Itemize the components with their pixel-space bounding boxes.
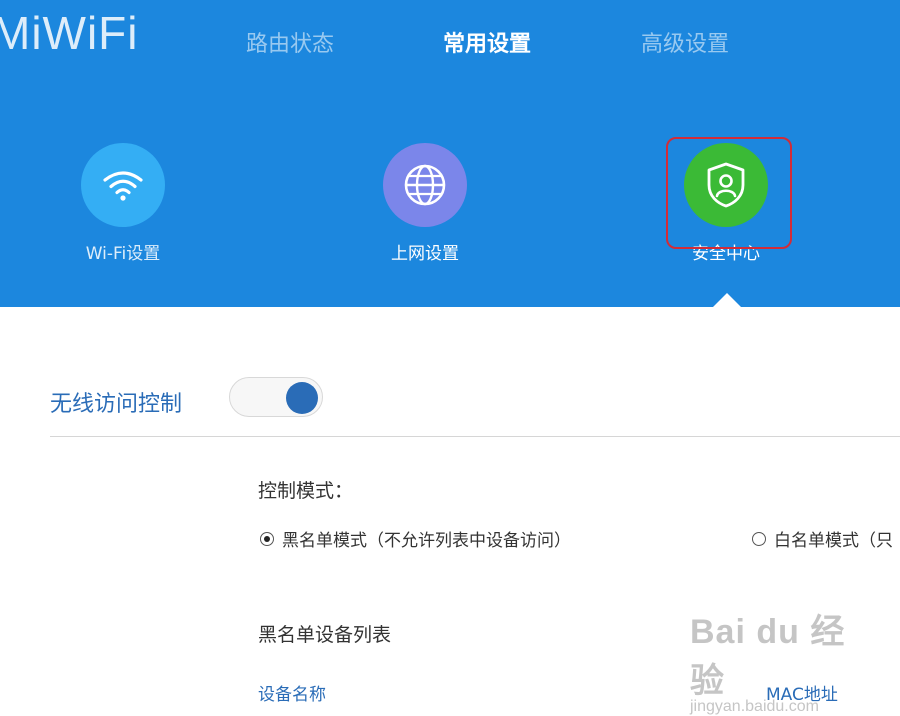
tile-internet-settings[interactable]: 上网设置: [335, 143, 515, 264]
blacklist-radio[interactable]: [260, 531, 274, 546]
watermark-main-text: Bai du 经验: [690, 613, 846, 700]
blacklist-device-list-title: 黑名单设备列表: [258, 624, 392, 646]
column-device-name: 设备名称: [258, 685, 326, 705]
tile-wifi-settings[interactable]: Wi-Fi设置: [33, 143, 213, 264]
whitelist-mode-option[interactable]: 白名单模式（只: [752, 526, 893, 551]
baidu-jingyan-watermark: Bai du 经验 jingyan.baidu.com: [690, 604, 860, 715]
blacklist-mode-label: 黑名单模式（不允许列表中设备访问）: [282, 531, 571, 551]
tile-wifi-label: Wi-Fi设置: [85, 244, 161, 264]
wifi-icon: [103, 171, 143, 201]
wifi-icon-circle: [81, 143, 165, 227]
toggle-knob: [286, 382, 318, 414]
access-control-toggle[interactable]: [229, 377, 323, 417]
selection-highlight-box: [666, 137, 792, 249]
section-divider: [50, 436, 900, 437]
globe-icon-circle: [383, 143, 467, 227]
blacklist-mode-option[interactable]: 黑名单模式（不允许列表中设备访问）: [260, 526, 571, 551]
active-tab-pointer: [712, 293, 742, 308]
control-mode-label: 控制模式：: [258, 480, 354, 502]
nav-common-settings[interactable]: 常用设置: [443, 26, 531, 58]
tile-internet-label: 上网设置: [391, 244, 459, 264]
wireless-access-control-title: 无线访问控制: [50, 392, 183, 417]
globe-icon: [404, 164, 446, 206]
nav-router-status[interactable]: 路由状态: [246, 26, 334, 58]
miwifi-logo: MiWiFi: [0, 7, 139, 59]
whitelist-radio[interactable]: [752, 531, 766, 546]
whitelist-mode-label: 白名单模式（只: [774, 531, 893, 551]
watermark-sub-text: jingyan.baidu.com: [690, 698, 819, 715]
nav-advanced-settings[interactable]: 高级设置: [641, 26, 729, 58]
header-band: MiWiFi 路由状态 常用设置 高级设置 Wi-Fi设置 上网设置 安全中心: [0, 0, 900, 308]
